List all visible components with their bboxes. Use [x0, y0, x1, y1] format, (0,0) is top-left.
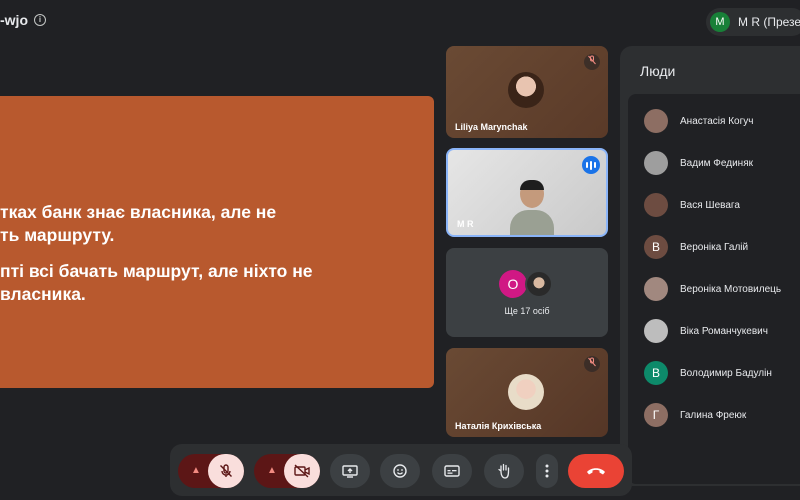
- avatar: [644, 193, 668, 217]
- mic-control: ▲: [178, 454, 244, 488]
- participant-video: [510, 180, 554, 235]
- participant-name: Володимир Бадулін: [680, 367, 772, 379]
- mic-toggle-button[interactable]: [208, 454, 244, 488]
- present-screen-button[interactable]: [330, 454, 370, 488]
- mic-off-icon: [584, 54, 600, 70]
- phone-hangup-icon: [587, 468, 605, 475]
- camera-control: ▲: [254, 454, 320, 488]
- mic-off-icon: [220, 464, 232, 477]
- more-participants-tile[interactable]: O Ще 17 осіб: [446, 248, 608, 337]
- hand-icon: [498, 463, 510, 479]
- end-call-button[interactable]: [568, 454, 624, 488]
- participant-video: [508, 72, 544, 108]
- avatar: Г: [644, 403, 668, 427]
- avatar: В: [644, 235, 668, 259]
- more-participants-label: Ще 17 осіб: [504, 306, 550, 316]
- participant-name: Вероніка Галій: [680, 241, 749, 253]
- camera-off-icon: [294, 464, 310, 478]
- camera-options-chevron-icon[interactable]: ▲: [264, 454, 280, 488]
- participant-name: Галина Фреюк: [680, 409, 747, 421]
- captions-button[interactable]: [432, 454, 472, 488]
- account-label: M R (Презентація): [738, 15, 800, 29]
- participant-row[interactable]: Вероніка Мотовилець: [628, 274, 800, 304]
- people-panel: Люди Анастасія Когуч Вадим Фединяк Вася Ше…: [620, 46, 800, 486]
- participant-row[interactable]: Віка Романчукевич: [628, 316, 800, 346]
- participant-row[interactable]: Вадим Фединяк: [628, 148, 800, 178]
- avatar: [644, 109, 668, 133]
- participant-row[interactable]: Анастасія Когуч: [628, 106, 800, 136]
- meeting-code: -wjo: [0, 12, 28, 28]
- call-controls: ▲ ▲: [170, 444, 632, 496]
- slide-text-1: тках банк знає власника, але не ть маршру…: [0, 202, 277, 245]
- emoji-icon: [393, 464, 407, 478]
- participant-name: Вадим Фединяк: [680, 157, 753, 169]
- avatar: [644, 151, 668, 175]
- speaking-indicator-icon: [582, 156, 600, 174]
- participant-tile[interactable]: Наталія Крихівська: [446, 348, 608, 437]
- avatar: O: [499, 270, 527, 298]
- participant-name: Вероніка Мотовилець: [680, 283, 782, 295]
- avatar: M: [710, 12, 730, 32]
- participant-row[interactable]: В Володимир Бадулін: [628, 358, 800, 388]
- captions-icon: [444, 465, 460, 477]
- avatar: [525, 270, 553, 298]
- presentation-slide: тках банк знає власника, але не ть маршру…: [0, 96, 434, 388]
- camera-toggle-button[interactable]: [284, 454, 320, 488]
- slide-text-2: пті всі бачать маршрут, але ніхто не влас…: [0, 261, 313, 304]
- participant-name: Liliya Marynchak: [455, 122, 528, 132]
- more-options-button[interactable]: [536, 454, 558, 488]
- panel-title: Люди: [640, 63, 676, 79]
- participant-video: [508, 374, 544, 410]
- people-list: Анастасія Когуч Вадим Фединяк Вася Шевага В…: [628, 94, 800, 484]
- participant-row[interactable]: Вася Шевага: [628, 190, 800, 220]
- participant-name: Вася Шевага: [680, 199, 740, 211]
- mic-off-icon: [584, 356, 600, 372]
- mic-options-chevron-icon[interactable]: ▲: [188, 454, 204, 488]
- avatar: В: [644, 361, 668, 385]
- participant-tile-self[interactable]: M R: [446, 148, 608, 237]
- info-icon[interactable]: i: [34, 14, 46, 26]
- participant-name: M R: [457, 219, 474, 229]
- participant-row[interactable]: В Вероніка Галій: [628, 232, 800, 262]
- present-screen-icon: [342, 465, 358, 478]
- raise-hand-button[interactable]: [484, 454, 524, 488]
- participant-row[interactable]: Г Галина Фреюк: [628, 400, 800, 430]
- avatar: [644, 319, 668, 343]
- more-vert-icon: [545, 464, 549, 478]
- participant-name: Анастасія Когуч: [680, 115, 754, 127]
- reactions-button[interactable]: [380, 454, 420, 488]
- participant-tile[interactable]: Liliya Marynchak: [446, 46, 608, 138]
- account-chip[interactable]: M M R (Презентація): [706, 8, 800, 36]
- participant-name: Наталія Крихівська: [455, 421, 542, 431]
- participant-name: Віка Романчукевич: [680, 325, 768, 337]
- avatar: [644, 277, 668, 301]
